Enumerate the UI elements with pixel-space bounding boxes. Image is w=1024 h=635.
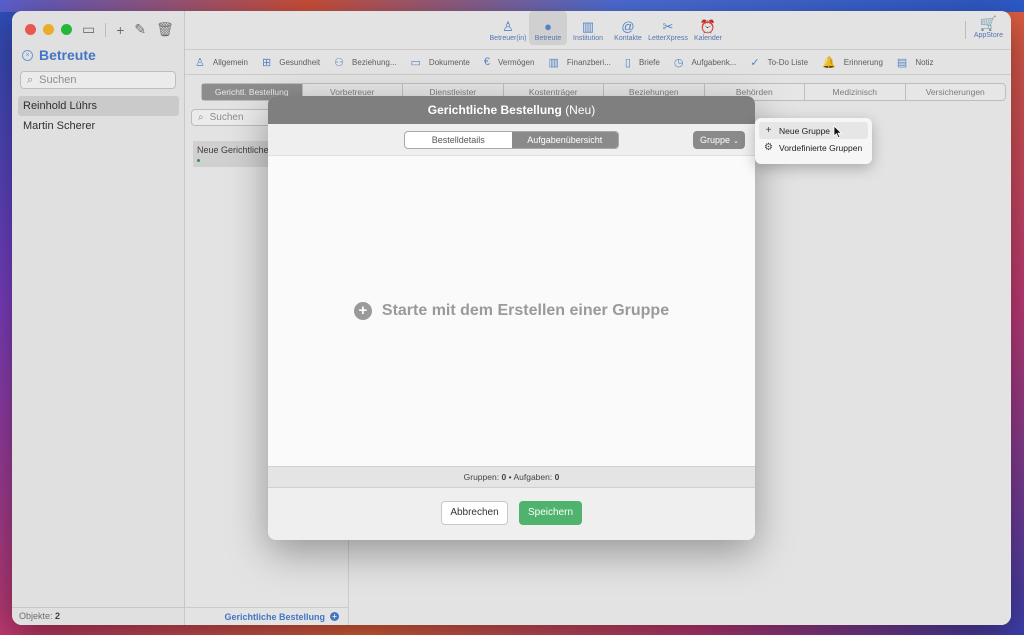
- empty-state: + Starte mit dem Erstellen einer Gruppe: [268, 156, 755, 466]
- cancel-button[interactable]: Abbrechen: [441, 501, 508, 525]
- gruppe-label: Gruppe: [700, 135, 731, 145]
- save-button[interactable]: Speichern: [519, 501, 582, 525]
- gruppe-dropdown-button[interactable]: Gruppe ⌄: [693, 131, 745, 149]
- menu-label: Vordefinierte Gruppen: [779, 142, 863, 153]
- tab-bestelldetails[interactable]: Bestelldetails: [405, 132, 512, 148]
- chevron-down-icon: ⌄: [733, 138, 739, 145]
- menu-item-neue-gruppe[interactable]: + Neue Gruppe: [759, 122, 868, 139]
- summary-bar: Gruppen: 0 • Aufgaben: 0: [268, 466, 755, 488]
- add-group-icon[interactable]: +: [353, 302, 372, 320]
- tasks-label: Aufgaben:: [513, 472, 553, 482]
- modal-title-suffix: (Neu): [565, 103, 596, 117]
- bestellung-modal: Gerichtliche Bestellung (Neu) Bestelldet…: [268, 96, 755, 540]
- gear-icon: ⚙: [764, 142, 773, 153]
- modal-title: Gerichtliche Bestellung (Neu): [268, 96, 755, 124]
- modal-tab-row: Bestelldetails Aufgabenübersicht Gruppe ⌄: [268, 124, 755, 156]
- tab-aufgabenuebersicht[interactable]: Aufgabenübersicht: [511, 132, 618, 148]
- tasks-count: 0: [554, 472, 560, 482]
- groups-count: 0: [501, 472, 507, 482]
- mouse-pointer-icon: [833, 125, 843, 139]
- modal-segmented-control: Bestelldetails Aufgabenübersicht: [404, 131, 619, 149]
- gruppe-menu: + Neue Gruppe ⚙ Vordefinierte Gruppen: [755, 118, 872, 164]
- menu-item-vordefinierte-gruppen[interactable]: ⚙ Vordefinierte Gruppen: [759, 139, 868, 156]
- summary-separator: •: [508, 472, 512, 482]
- plus-icon: +: [765, 125, 772, 136]
- modal-footer: Abbrechen Speichern: [268, 488, 755, 540]
- empty-state-message: Starte mit dem Erstellen einer Gruppe: [381, 302, 670, 319]
- menu-label: Neue Gruppe: [779, 125, 831, 136]
- groups-label: Gruppen:: [463, 472, 500, 482]
- modal-title-main: Gerichtliche Bestellung: [427, 103, 562, 117]
